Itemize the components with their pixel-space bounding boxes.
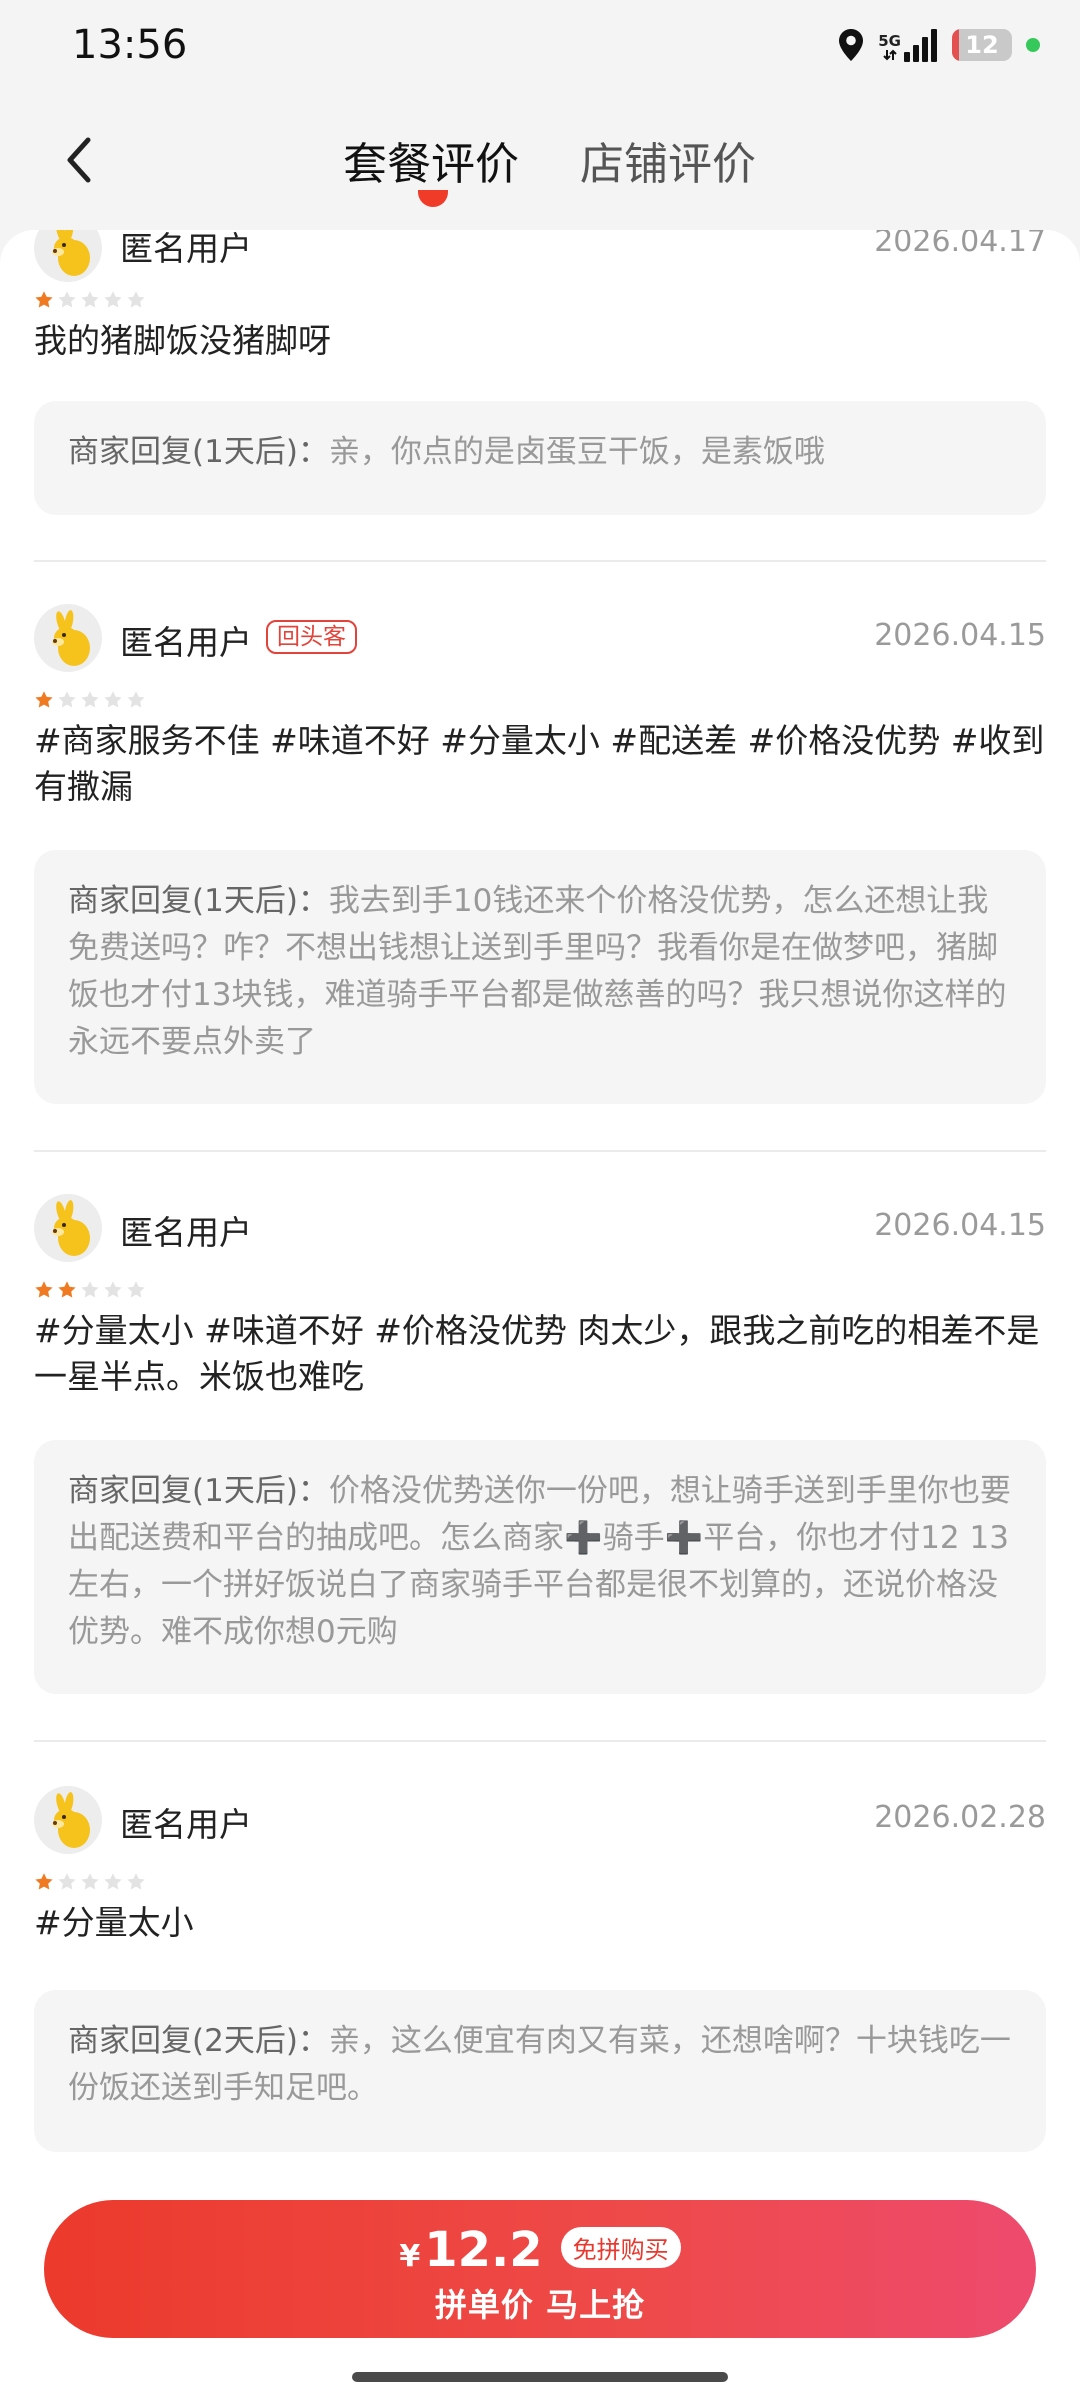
star-empty-icon xyxy=(81,1281,99,1298)
merchant-reply: 商家回复(1天后)：我去到手10钱还来个价格没优势，怎么还想让我免费送吗？咋？不… xyxy=(34,850,1046,1104)
battery-text: 12 xyxy=(965,31,999,59)
merchant-reply: 商家回复(1天后)：亲，你点的是卤蛋豆干饭，是素饭哦 xyxy=(34,401,1046,515)
star-empty-icon xyxy=(58,291,76,308)
review-date: 2026.04.15 xyxy=(874,1208,1046,1243)
star-empty-icon xyxy=(58,691,76,708)
star-empty-icon xyxy=(104,291,122,308)
star-empty-icon xyxy=(127,1873,145,1890)
review-text: 我的猪脚饭没猪脚呀 xyxy=(34,321,331,360)
star-empty-icon xyxy=(104,1281,122,1298)
location-icon xyxy=(838,28,864,62)
star-empty-icon xyxy=(81,291,99,308)
star-empty-icon xyxy=(104,691,122,708)
star-empty-icon xyxy=(127,1281,145,1298)
review-divider xyxy=(34,1740,1046,1742)
star-empty-icon xyxy=(81,691,99,708)
nav-bar: 套餐评价 店铺评价 xyxy=(0,100,1080,220)
merchant-reply-text: 亲，你点的是卤蛋豆干饭，是素饭哦 xyxy=(328,434,825,470)
status-bar: 13:56 5G 12 xyxy=(0,0,1080,90)
avatar-kangaroo-icon xyxy=(34,1786,102,1854)
battery-level-fill xyxy=(952,29,960,61)
star-filled-icon xyxy=(35,691,53,708)
home-indicator[interactable] xyxy=(352,2372,728,2382)
battery-icon: 12 xyxy=(952,29,1012,61)
merchant-reply-label: 商家回复(1天后)： xyxy=(68,883,329,919)
review-text: #分量太小 xyxy=(34,1903,194,1942)
avatar-kangaroo-icon xyxy=(34,230,102,282)
avatar-kangaroo-icon xyxy=(34,1194,102,1262)
tab-package-reviews[interactable]: 套餐评价 xyxy=(343,128,519,192)
review-username: 匿名用户 xyxy=(120,230,252,268)
star-empty-icon xyxy=(127,691,145,708)
reviews-list[interactable]: 匿名用户 2026.04.17 我的猪脚饭没猪脚呀 商家回复(1天后)：亲，你点… xyxy=(0,230,1080,2400)
review-text: #分量太小 #味道不好 #价格没优势 肉太少，跟我之前吃的相差不是一星半点。米饭… xyxy=(34,1311,1040,1396)
review-username: 匿名用户 xyxy=(120,623,252,662)
merchant-reply-label: 商家回复(1天后)： xyxy=(68,434,329,470)
review-date: 2026.04.15 xyxy=(874,618,1046,653)
review-username: 匿名用户 xyxy=(120,1213,252,1252)
active-tab-indicator xyxy=(418,190,448,207)
status-time: 13:56 xyxy=(72,22,188,68)
star-empty-icon xyxy=(58,1873,76,1890)
avatar-kangaroo-icon xyxy=(34,604,102,672)
merchant-reply: 商家回复(2天后)：亲，这么便宜有肉又有菜，还想啥啊？十块钱吃一份饭还送到手知足… xyxy=(34,1990,1046,2152)
merchant-reply: 商家回复(1天后)：价格没优势送你一份吧，想让骑手送到手里你也要出配送费和平台的… xyxy=(34,1440,1046,1694)
star-filled-icon xyxy=(35,1873,53,1890)
review-divider xyxy=(34,1150,1046,1152)
star-empty-icon xyxy=(127,291,145,308)
star-empty-icon xyxy=(81,1873,99,1890)
review-username: 匿名用户 xyxy=(120,1805,252,1844)
rating-stars xyxy=(34,290,146,310)
tab-store-reviews[interactable]: 店铺评价 xyxy=(580,128,756,192)
rating-stars xyxy=(34,690,146,710)
review-date: 2026.04.17 xyxy=(874,230,1046,259)
star-filled-icon xyxy=(58,1281,76,1298)
rating-stars xyxy=(34,1280,146,1300)
star-filled-icon xyxy=(35,291,53,308)
returning-customer-badge: 回头客 xyxy=(266,620,357,654)
cta-text: 拼单价 马上抢 xyxy=(434,2286,646,2324)
promo-badge: 免拼购买 xyxy=(560,2227,681,2268)
status-dot xyxy=(1026,38,1040,52)
review-date: 2026.02.28 xyxy=(874,1800,1046,1835)
review-divider xyxy=(34,560,1046,562)
review-text: #商家服务不佳 #味道不好 #分量太小 #配送差 #价格没优势 #收到有撒漏 xyxy=(34,721,1045,806)
rating-stars xyxy=(34,1872,146,1892)
currency-symbol: ¥ xyxy=(399,2239,421,2274)
back-icon[interactable] xyxy=(56,130,104,190)
star-empty-icon xyxy=(104,1873,122,1890)
group-buy-button[interactable]: ¥ 12.2 免拼购买 拼单价 马上抢 xyxy=(44,2200,1036,2338)
status-icons: 5G 12 xyxy=(838,22,1040,68)
price-line: ¥ 12.2 免拼购买 xyxy=(44,2222,1036,2278)
star-filled-icon xyxy=(35,1281,53,1298)
price-value: 12.2 xyxy=(424,2222,543,2278)
merchant-reply-label: 商家回复(1天后)： xyxy=(68,1473,329,1509)
merchant-reply-label: 商家回复(2天后)： xyxy=(68,2023,329,2059)
signal-icon: 5G xyxy=(878,28,938,62)
network-type-label: 5G xyxy=(878,32,901,50)
